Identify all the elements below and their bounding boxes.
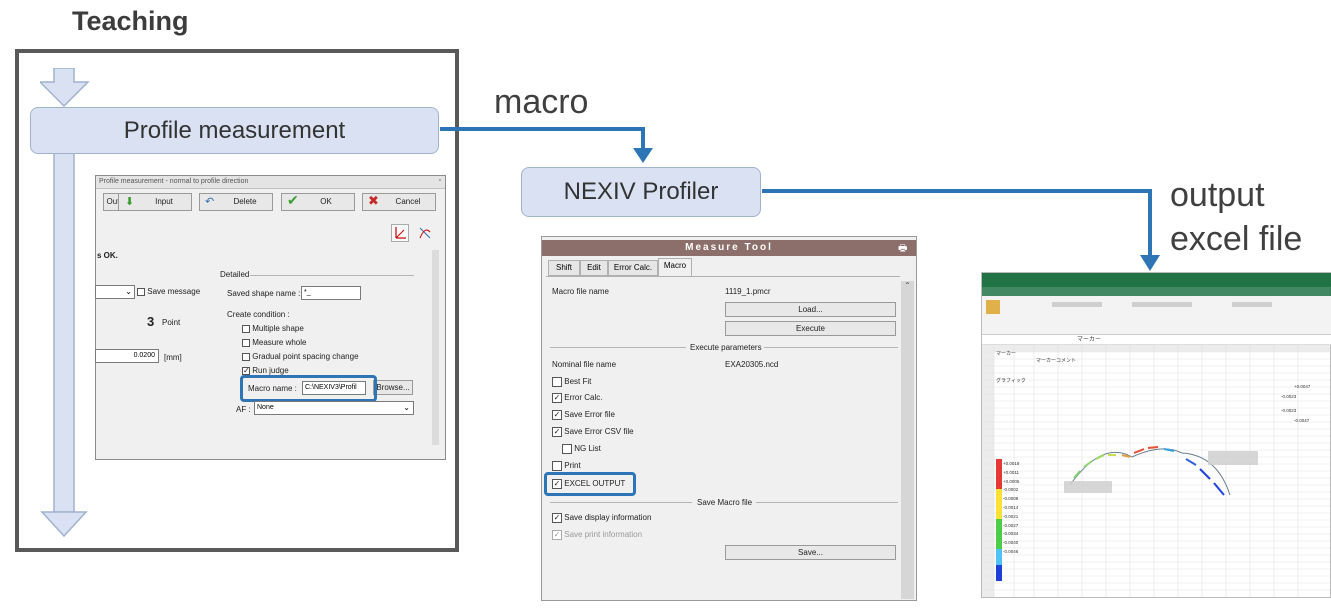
execute-button[interactable]: Execute	[725, 321, 896, 336]
excel-cell-comment: マーカーコメント	[1036, 358, 1077, 364]
tab-shift[interactable]: Shift	[548, 260, 580, 276]
alignment-group	[1132, 302, 1192, 307]
save-error-csv-label: Save Error CSV file	[564, 427, 634, 437]
save-error-file-option[interactable]: ✓ Save Error file	[552, 410, 615, 420]
legend-value: -0.0040	[1003, 540, 1019, 546]
nominal-value: EXA20305.ncd	[725, 360, 779, 369]
save-print-info-label: Save print information	[564, 530, 643, 540]
save-error-csv-checkbox[interactable]: ✓	[552, 427, 562, 437]
ng-list-label: NG List	[574, 444, 601, 454]
excel-output-highlight	[544, 472, 636, 496]
save-error-file-label: Save Error file	[564, 410, 615, 420]
excel-title-bar	[982, 273, 1331, 287]
error-calc-label: Error Calc.	[564, 393, 603, 403]
tab-underline	[546, 276, 900, 277]
excel-color-legend: +0.0018 +0.0011 +0.0005 -0.0002 -0.0008 …	[1003, 460, 1019, 557]
tab-edit[interactable]: Edit	[580, 260, 608, 276]
right-scale-value: -0.0047	[1294, 418, 1310, 423]
best-fit-option[interactable]: Best Fit	[552, 377, 591, 387]
output-label: output	[1170, 176, 1265, 214]
save-display-info-checkbox[interactable]: ✓	[552, 513, 562, 523]
tab-error-calc[interactable]: Error Calc.	[608, 260, 658, 276]
save-button[interactable]: Save...	[725, 545, 896, 560]
best-fit-label: Best Fit	[564, 377, 592, 387]
save-macro-divider-right	[756, 502, 898, 503]
save-error-csv-option[interactable]: ✓ Save Error CSV file	[552, 427, 634, 437]
measure-tool-scrollbar[interactable]: ⌃	[901, 281, 914, 599]
font-selector	[1052, 302, 1102, 307]
right-scale-value: +0.0047	[1294, 384, 1311, 389]
legend-value: -0.0034	[1003, 531, 1019, 537]
excel-file-label: excel file	[1170, 220, 1303, 258]
save-macro-divider-left	[550, 502, 692, 503]
macro-file-value: 1119_1.pmcr	[725, 287, 771, 296]
macro-label: macro	[494, 83, 589, 121]
legend-value: +0.0011	[1003, 469, 1020, 475]
excel-ribbon	[982, 296, 1331, 335]
chevron-up-icon: ⌃	[904, 281, 911, 290]
legend-value: -0.0014	[1003, 504, 1019, 510]
excel-grid	[982, 345, 1330, 597]
print-option[interactable]: Print	[552, 461, 581, 471]
macro-file-label: Macro file name	[552, 287, 609, 296]
legend-value: -0.0021	[1003, 513, 1019, 519]
params-divider-left	[550, 347, 686, 348]
save-macro-file-label: Save Macro file	[697, 498, 753, 507]
print-checkbox[interactable]	[552, 461, 562, 471]
excel-graphic-label: グラフィック	[996, 378, 1026, 384]
number-group	[1232, 302, 1272, 307]
save-display-info-label: Save display information	[564, 513, 652, 523]
right-scale-value: -0.0023	[1281, 408, 1297, 413]
nominal-label: Nominal file name	[552, 360, 617, 369]
params-divider-right	[764, 347, 898, 348]
print-icon[interactable]: 🖶	[898, 241, 912, 254]
formula-value: マーカー	[1077, 337, 1102, 343]
legend-value: +0.0018	[1003, 461, 1020, 466]
excel-formula-bar: マーカー	[982, 335, 1331, 345]
ng-list-option[interactable]: NG List	[562, 444, 601, 454]
best-fit-checkbox[interactable]	[552, 377, 562, 387]
tab-macro[interactable]: Macro	[658, 258, 692, 276]
legend-value: -0.0046	[1003, 548, 1019, 554]
print-label: Print	[564, 461, 581, 471]
excel-ribbon-tabs	[982, 287, 1331, 296]
save-display-info-option[interactable]: ✓ Save display information	[552, 513, 651, 523]
load-button[interactable]: Load...	[725, 302, 896, 317]
execute-parameters-label: Execute parameters	[690, 343, 762, 352]
measure-tool-title: Measure Tool	[542, 240, 916, 256]
legend-value: -0.0027	[1003, 522, 1019, 528]
excel-cell-marker: マーカー	[996, 351, 1017, 357]
legend-value: -0.0008	[1003, 496, 1019, 502]
right-scale-value: -0.0023	[1281, 394, 1297, 399]
error-calc-option[interactable]: ✓ Error Calc.	[552, 393, 602, 403]
save-print-info-checkbox[interactable]: ✓	[552, 530, 562, 540]
legend-value: +0.0005	[1003, 478, 1020, 484]
legend-value: -0.0002	[1003, 487, 1019, 493]
save-print-info-option[interactable]: ✓ Save print information	[552, 530, 642, 540]
nexiv-profiler-box: NEXIV Profiler	[521, 167, 761, 217]
paste-icon	[986, 300, 1000, 314]
error-calc-checkbox[interactable]: ✓	[552, 393, 562, 403]
save-error-file-checkbox[interactable]: ✓	[552, 410, 562, 420]
ng-list-checkbox[interactable]	[562, 444, 572, 454]
